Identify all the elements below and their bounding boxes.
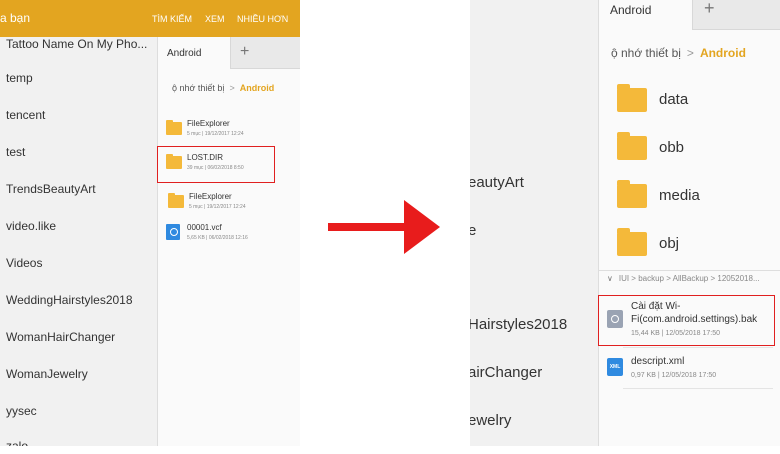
list-item[interactable]: WeddingHairstyles2018 (6, 293, 133, 307)
folder-icon (617, 132, 647, 160)
tab-label: Android (610, 3, 652, 17)
left-file-panel: Android + ộ nhớ thiết bị > Android FileExp… (157, 37, 300, 446)
list-item[interactable]: Hairstyles2018 (470, 316, 567, 333)
more-action[interactable]: NHIỀU HƠN (237, 14, 288, 24)
tab-bar: Android + (158, 37, 300, 69)
folder-icon (168, 193, 184, 208)
file-name: descript.xml (631, 356, 685, 367)
left-screenshot: a bạn TÌM KIẾM XEM NHIỀU HƠN Tattoo Name… (0, 0, 300, 446)
section-divider (599, 270, 780, 271)
folder-icon (166, 120, 182, 135)
item-meta: 5,65 KB | 06/02/2018 12:16 (187, 235, 248, 241)
view-action[interactable]: XEM (205, 14, 225, 24)
left-folder-list: Tattoo Name On My Pho... temp tencent te… (0, 37, 157, 446)
breadcrumb-current[interactable]: Android (240, 83, 275, 93)
search-action[interactable]: TÌM KIẾM (152, 14, 192, 24)
path-header[interactable]: ∨ IUI > backup > AllBackup > 12052018... (607, 274, 760, 283)
list-item[interactable]: video.like (6, 219, 56, 233)
breadcrumb-root[interactable]: ộ nhớ thiết bị (611, 46, 681, 60)
add-tab-icon[interactable]: + (704, 0, 715, 19)
breadcrumb-root[interactable]: ộ nhớ thiết bị (172, 83, 224, 93)
chevron-right-icon: > (686, 46, 694, 60)
breadcrumb: ộ nhớ thiết bị > Android (611, 46, 746, 60)
contact-file-icon (166, 224, 180, 240)
folder-name: obj (659, 235, 680, 252)
tab-android[interactable]: Android (158, 37, 231, 69)
folder-row-obj[interactable]: obj (617, 228, 767, 262)
list-item[interactable]: tencent (6, 108, 45, 122)
list-item[interactable]: FileExplorer 5 mục | 19/12/2017 12:24 (166, 119, 296, 141)
left-app-bar: a bạn TÌM KIẾM XEM NHIỀU HƠN (0, 0, 300, 37)
path-text: IUI > backup > AllBackup > 12052018... (618, 274, 760, 283)
list-item[interactable]: FileExplorer 5 mục | 19/12/2017 12:24 (168, 192, 298, 214)
list-item[interactable]: Videos (6, 256, 42, 270)
right-file-panel: Android + ộ nhớ thiết bị > Android data ob… (598, 0, 780, 446)
file-row-xml[interactable]: XML descript.xml 0,97 KB | 12/05/2018 17… (607, 356, 777, 384)
list-item[interactable]: temp (6, 71, 33, 85)
folder-name: data (659, 91, 689, 108)
list-item[interactable]: 00001.vcf 5,65 KB | 06/02/2018 12:16 (166, 223, 296, 245)
list-item[interactable]: WomanJewelry (6, 367, 88, 381)
list-item[interactable]: e (470, 222, 476, 239)
breadcrumb: ộ nhớ thiết bị > Android (172, 83, 274, 93)
list-item[interactable]: Tattoo Name On My Pho... (6, 37, 147, 51)
breadcrumb-current[interactable]: Android (700, 46, 746, 60)
folder-row-media[interactable]: media (617, 180, 767, 214)
list-item[interactable]: zalo (6, 439, 28, 446)
red-arrow-icon (328, 200, 440, 254)
chevron-down-icon: ∨ (607, 274, 613, 283)
list-item[interactable]: ewelry (470, 412, 511, 429)
folder-row-data[interactable]: data (617, 84, 767, 118)
item-meta: 5 mục | 19/12/2017 12:24 (189, 204, 246, 210)
item-name: FileExplorer (189, 192, 232, 201)
tab-android[interactable]: Android (599, 0, 693, 30)
list-item[interactable]: yysec (6, 404, 37, 418)
file-meta: 0,97 KB | 12/05/2018 17:50 (631, 372, 717, 379)
highlight-box (598, 295, 775, 346)
add-tab-icon[interactable]: + (240, 43, 249, 61)
list-item[interactable]: WomanHairChanger (6, 330, 115, 344)
chevron-right-icon: > (229, 83, 235, 93)
folder-icon (617, 84, 647, 112)
right-screenshot: eautyArt e Hairstyles2018 airChanger ewe… (470, 0, 780, 446)
item-name: FileExplorer (187, 119, 230, 128)
right-folder-list: eautyArt e Hairstyles2018 airChanger ewe… (470, 0, 598, 446)
folder-name: obb (659, 139, 685, 156)
app-bar-title: a bạn (0, 11, 31, 25)
highlight-box (157, 146, 275, 183)
list-item[interactable]: TrendsBeautyArt (6, 182, 96, 196)
folder-name: media (659, 187, 700, 204)
list-item[interactable]: eautyArt (470, 174, 524, 191)
item-meta: 5 mục | 19/12/2017 12:24 (187, 131, 244, 137)
folder-icon (617, 228, 647, 256)
item-name: 00001.vcf (187, 223, 222, 232)
xml-file-icon: XML (607, 358, 623, 376)
tab-bar: Android + (599, 0, 780, 30)
folder-row-obb[interactable]: obb (617, 132, 767, 166)
tab-label: Android (167, 48, 202, 59)
row-divider (623, 347, 773, 348)
row-divider (623, 388, 773, 389)
folder-icon (617, 180, 647, 208)
list-item[interactable]: airChanger (470, 364, 542, 381)
list-item[interactable]: test (6, 145, 25, 159)
